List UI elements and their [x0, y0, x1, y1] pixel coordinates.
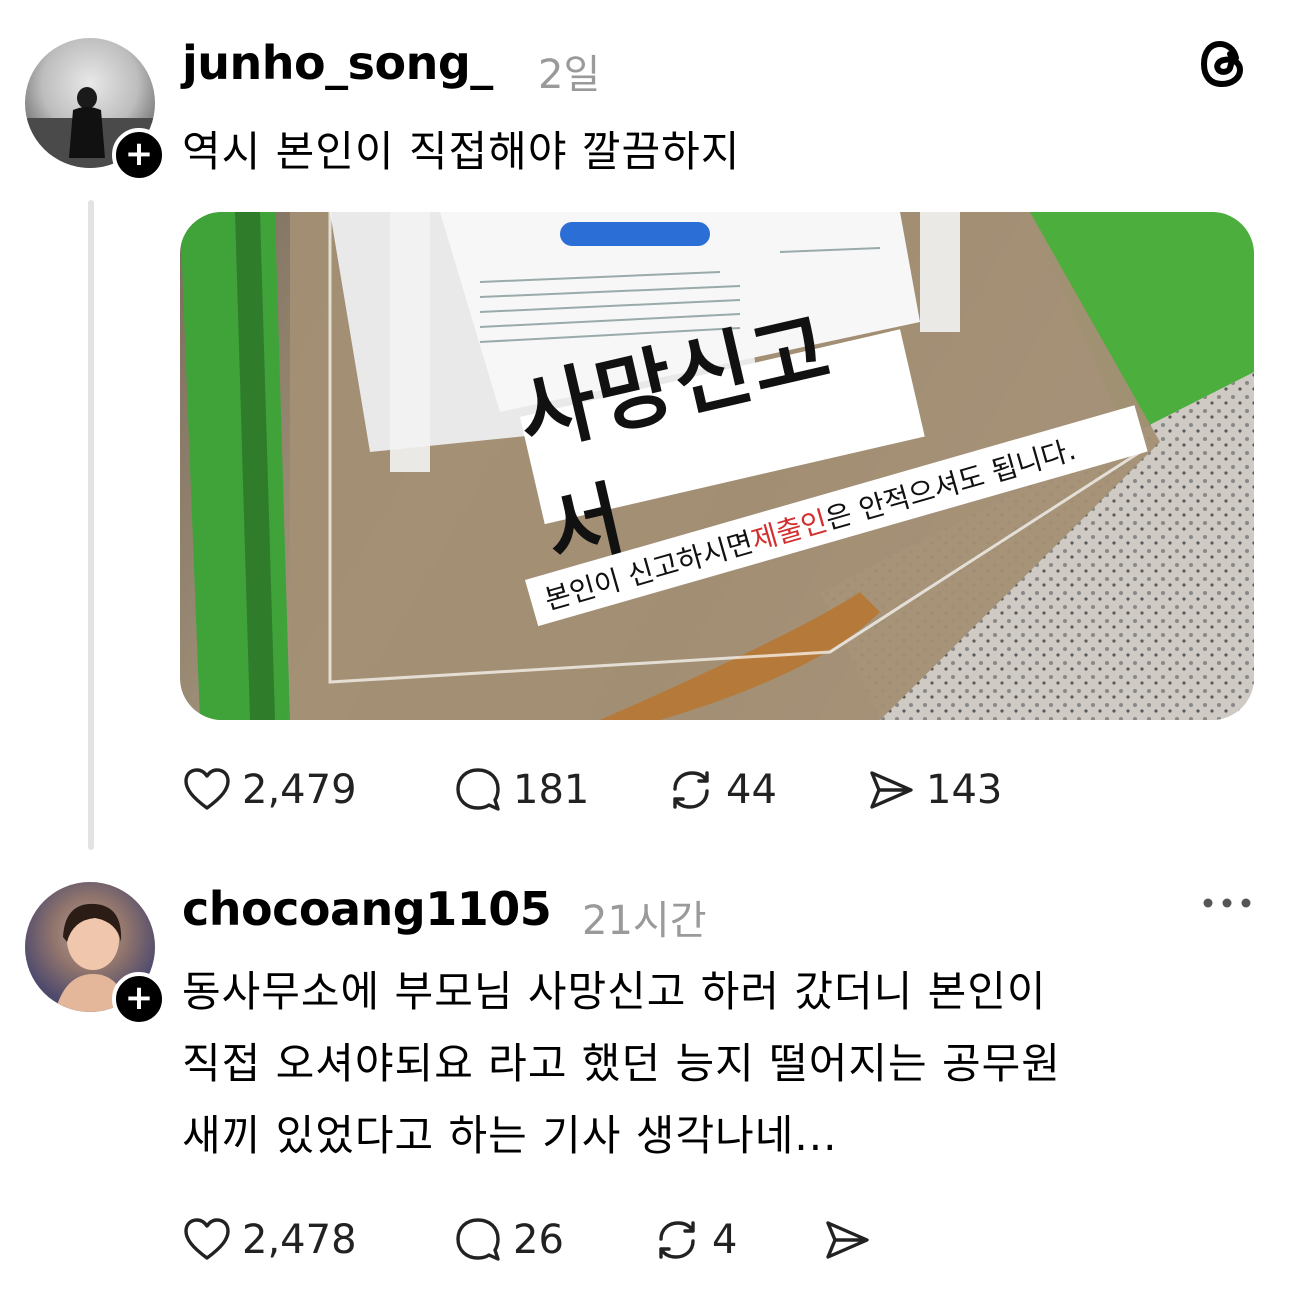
- like-button[interactable]: 2,479: [182, 765, 357, 815]
- repost-icon: [659, 1221, 695, 1259]
- username[interactable]: junho_song_: [182, 36, 493, 90]
- username[interactable]: chocoang1105: [182, 882, 552, 936]
- comment-icon: [456, 768, 500, 811]
- post-1: + junho_song_ 2일 역시 본인이 직접해야 깔끔하지 사망신고서 …: [0, 0, 1290, 860]
- heart-icon: [184, 768, 230, 810]
- follow-plus-icon[interactable]: +: [112, 972, 166, 1026]
- threads-logo-icon[interactable]: [1196, 36, 1252, 92]
- share-count: 143: [926, 767, 1003, 813]
- post-text-line: 직접 오셔야되요 라고 했던 능지 떨어지는 공무원: [182, 1039, 1061, 1088]
- comment-count: 181: [513, 767, 590, 813]
- post-time: 21시간: [582, 898, 707, 944]
- post-text: 역시 본인이 직접해야 깔끔하지: [182, 127, 741, 176]
- post-text-line: 동사무소에 부모님 사망신고 하러 갔더니 본인이: [182, 967, 1047, 1016]
- follow-plus-icon[interactable]: +: [112, 128, 166, 182]
- like-button[interactable]: 2,478: [182, 1215, 357, 1265]
- repost-button[interactable]: 4: [652, 1215, 737, 1265]
- repost-icon: [673, 771, 709, 809]
- more-dots-icon[interactable]: [1200, 888, 1254, 918]
- repost-count: 44: [726, 767, 777, 813]
- thread-line: [88, 200, 94, 850]
- share-button[interactable]: 143: [866, 765, 1002, 815]
- send-icon: [826, 1221, 869, 1259]
- comment-button[interactable]: 26: [453, 1215, 564, 1265]
- comment-count: 26: [513, 1217, 564, 1263]
- share-button[interactable]: [822, 1215, 872, 1265]
- comment-button[interactable]: 181: [453, 765, 589, 815]
- post-text-line: 새끼 있었다고 하는 기사 생각나네...: [182, 1111, 838, 1160]
- send-icon: [870, 771, 913, 809]
- post-text: 동사무소에 부모님 사망신고 하러 갔더니 본인이 직접 오셔야되요 라고 했던…: [182, 956, 1061, 1172]
- repost-button[interactable]: 44: [666, 765, 777, 815]
- heart-icon: [184, 1218, 230, 1260]
- like-count: 2,479: [242, 767, 357, 813]
- repost-count: 4: [712, 1217, 738, 1263]
- comment-icon: [456, 1218, 500, 1261]
- post-time: 2일: [538, 52, 601, 98]
- post-2: + chocoang1105 21시간 동사무소에 부모님 사망신고 하러 갔더…: [0, 860, 1290, 1292]
- post-photo[interactable]: 사망신고서 본인이 신고하시면 제출인 은 안적으셔도 됩니다.: [180, 212, 1254, 720]
- like-count: 2,478: [242, 1217, 357, 1263]
